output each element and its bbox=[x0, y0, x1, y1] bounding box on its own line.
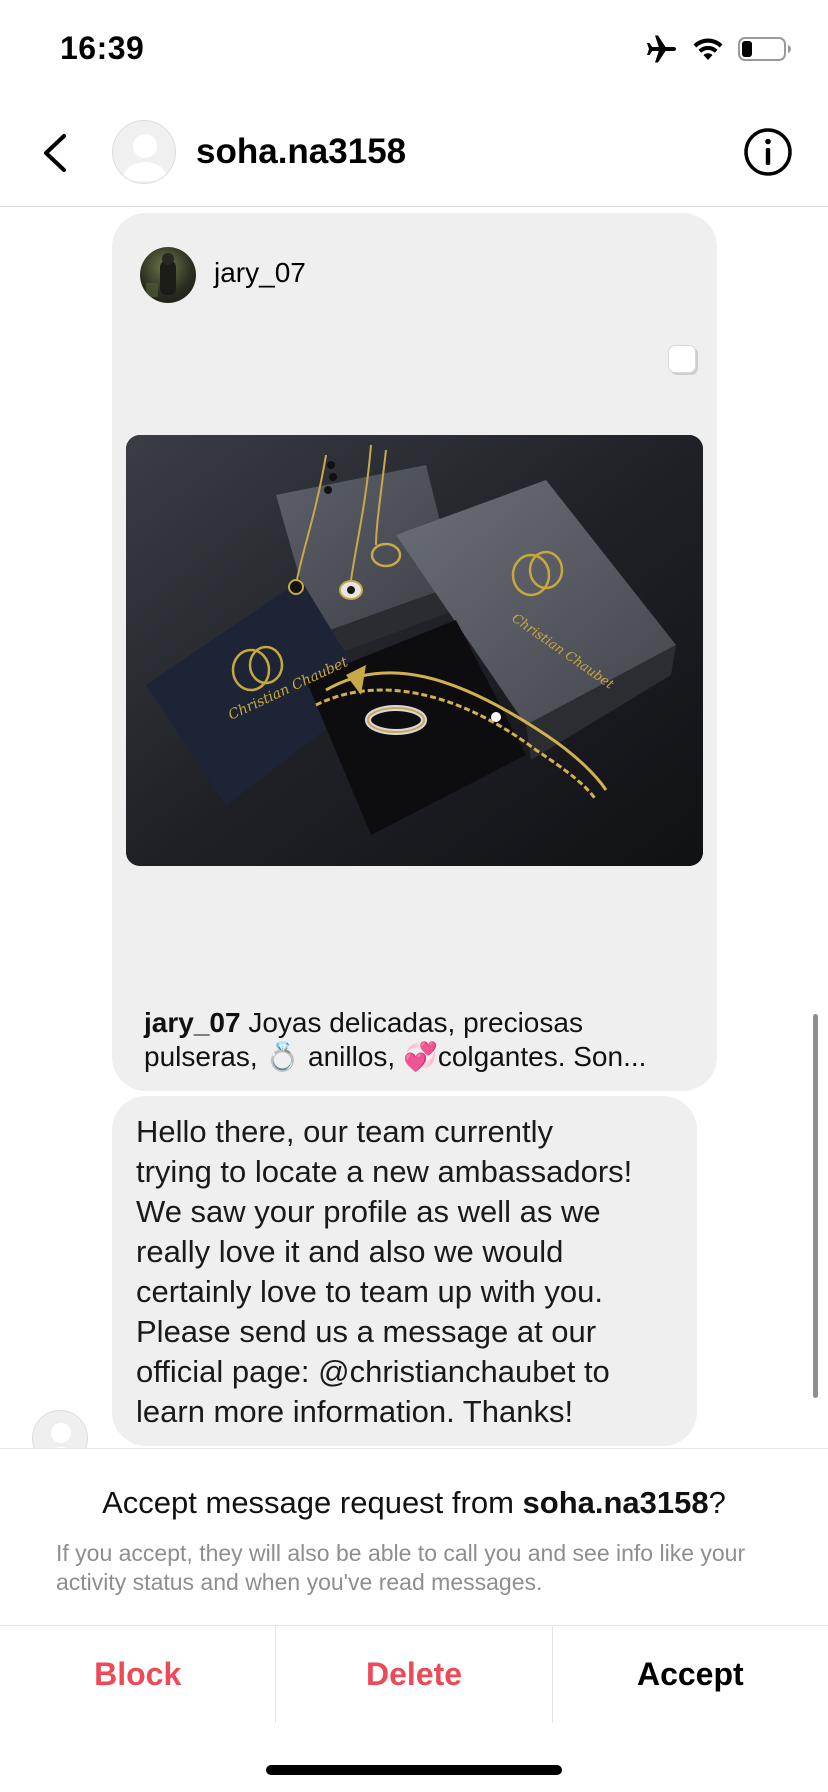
header-username[interactable]: soha.na3158 bbox=[196, 132, 406, 172]
message-bubble[interactable]: Hello there, our team currently trying t… bbox=[112, 1096, 697, 1446]
block-button[interactable]: Block bbox=[0, 1626, 275, 1723]
info-icon bbox=[744, 128, 792, 176]
request-title-prefix: Accept message request from bbox=[102, 1485, 523, 1520]
shared-post[interactable]: jary_07 Christian Chaubet Christian Chau… bbox=[112, 213, 717, 1091]
jewelry-photo: Christian Chaubet Christian Chaubet bbox=[126, 435, 703, 866]
back-button[interactable] bbox=[36, 128, 76, 178]
status-time: 16:39 bbox=[60, 30, 145, 66]
post-select-checkbox[interactable] bbox=[668, 345, 696, 373]
message-text: Hello there, our team currently trying t… bbox=[136, 1114, 633, 1429]
status-bar: 16:39 bbox=[0, 0, 828, 100]
request-note: If you accept, they will also be able to… bbox=[56, 1540, 746, 1595]
default-avatar-icon bbox=[51, 1423, 71, 1448]
post-author-avatar[interactable] bbox=[140, 247, 196, 303]
request-title-user: soha.na3158 bbox=[522, 1485, 709, 1520]
battery-icon bbox=[738, 37, 791, 61]
request-title-suffix: ? bbox=[708, 1485, 726, 1520]
airplane-icon bbox=[647, 35, 676, 63]
wifi-icon bbox=[693, 38, 723, 60]
scrollbar[interactable] bbox=[813, 1014, 818, 1398]
delete-button[interactable]: Delete bbox=[275, 1626, 551, 1723]
post-author-avatar-image bbox=[146, 253, 176, 297]
request-actions: Block Delete Accept bbox=[0, 1625, 828, 1723]
post-author-row[interactable]: jary_07 bbox=[112, 213, 717, 323]
post-caption[interactable]: jary_07 Joyas delicadas, preciosas pulse… bbox=[144, 1006, 704, 1074]
request-title: Accept message request from soha.na3158? bbox=[0, 1485, 828, 1521]
accept-button[interactable]: Accept bbox=[551, 1626, 828, 1723]
sender-avatar[interactable] bbox=[32, 1410, 88, 1448]
chevron-left-icon bbox=[44, 134, 66, 172]
avatar[interactable] bbox=[112, 120, 176, 184]
conversation-header: soha.na3158 bbox=[0, 100, 828, 207]
caption-author: jary_07 bbox=[144, 1007, 241, 1038]
chat-thread[interactable]: jary_07 Christian Chaubet Christian Chau… bbox=[0, 208, 828, 1448]
message-request-panel: Accept message request from soha.na3158?… bbox=[0, 1448, 828, 1792]
post-author-name[interactable]: jary_07 bbox=[214, 257, 306, 289]
status-icons bbox=[646, 34, 792, 64]
post-image[interactable]: Christian Chaubet Christian Chaubet bbox=[126, 435, 703, 866]
info-button[interactable] bbox=[742, 126, 794, 178]
home-indicator[interactable] bbox=[266, 1765, 562, 1775]
default-avatar-icon bbox=[121, 134, 169, 181]
